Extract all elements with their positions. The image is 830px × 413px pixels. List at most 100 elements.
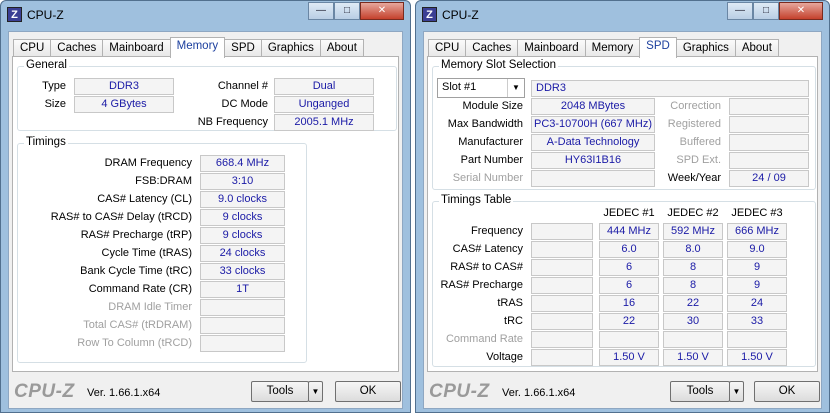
size-value: 4 GBytes (74, 96, 174, 113)
cas-latency-jedec3: 9.0 (727, 241, 787, 258)
tab-memory[interactable]: Memory (169, 37, 226, 58)
dropdown-arrow-icon: ▼ (311, 387, 320, 396)
tras-label: Cycle Time (tRAS) (101, 247, 192, 259)
dcmode-value: Unganged (274, 96, 374, 113)
voltage-extra-cell (531, 349, 593, 366)
ok-button[interactable]: OK (335, 381, 401, 402)
dram-frequency-value: 668.4 MHz (200, 155, 285, 172)
trc-label: Bank Cycle Time (tRC) (80, 265, 192, 277)
voltage-jedec1: 1.50 V (599, 349, 659, 366)
slot-select[interactable]: Slot #1 ▼ (437, 78, 525, 98)
dcmode-label: DC Mode (221, 98, 268, 110)
column-header-jedec2: JEDEC #2 (667, 207, 719, 219)
ras-precharge-extra-cell (531, 277, 593, 294)
command-rate-label: Command Rate (CR) (88, 283, 192, 295)
cpuz-logo: CPU-Z (429, 381, 490, 402)
timings-table-group: Timings Table JEDEC #1 JEDEC #2 JEDEC #3… (432, 194, 816, 367)
close-button[interactable]: ✕ (779, 2, 823, 20)
tools-dropdown-button[interactable]: ▼ (729, 381, 744, 402)
chevron-down-icon: ▼ (507, 79, 524, 97)
tras-jedec3: 24 (727, 295, 787, 312)
cpuz-window-memory: Z CPU-Z — □ ✕ CPU Caches Mainboard Memor… (0, 0, 411, 413)
minimize-button[interactable]: — (727, 2, 753, 20)
serial-number-label: Serial Number (452, 172, 523, 184)
column-header-jedec1: JEDEC #1 (603, 207, 655, 219)
ras-to-cas-jedec2: 8 (663, 259, 723, 276)
ras-to-cas-label: RAS# to CAS# (450, 261, 523, 273)
size-label: Size (44, 98, 66, 110)
group-title: Memory Slot Selection (439, 59, 559, 71)
tab-strip: CPU Caches Mainboard Memory SPD Graphics… (13, 37, 364, 58)
voltage-jedec2: 1.50 V (663, 349, 723, 366)
window-title: CPU-Z (442, 8, 479, 22)
maximize-button[interactable]: □ (334, 2, 360, 20)
cpuz-app-icon: Z (422, 7, 437, 22)
close-icon: ✕ (377, 5, 387, 16)
tras-label: tRAS (497, 297, 523, 309)
tab-strip: CPU Caches Mainboard Memory SPD Graphics… (428, 37, 779, 58)
group-title: General (24, 59, 69, 71)
slot-select-value: Slot #1 (442, 81, 477, 93)
tools-button[interactable]: Tools (251, 381, 309, 402)
trp-value: 9 clocks (200, 227, 285, 244)
trcd-value: 9 clocks (200, 209, 285, 226)
minimize-button[interactable]: — (308, 2, 334, 20)
tools-dropdown-button[interactable]: ▼ (308, 381, 323, 402)
memory-panel: General Type DDR3 Size 4 GBytes Channel … (12, 56, 399, 372)
column-header-jedec3: JEDEC #3 (731, 207, 783, 219)
maximize-icon: □ (343, 5, 351, 16)
version-label: Ver. 1.66.1.x64 (502, 387, 576, 399)
command-rate-jedec2 (663, 331, 723, 348)
title-bar[interactable]: Z CPU-Z — □ ✕ (1, 1, 410, 29)
frequency-jedec2: 592 MHz (663, 223, 723, 240)
tras-extra-cell (531, 295, 593, 312)
max-bandwidth-label: Max Bandwidth (447, 118, 523, 130)
channel-label: Channel # (217, 80, 268, 92)
version-label: Ver. 1.66.1.x64 (87, 387, 161, 399)
fsb-dram-value: 3:10 (200, 173, 285, 190)
minimize-icon: — (316, 5, 326, 16)
row-to-column-value (200, 335, 285, 352)
cas-latency-label: CAS# Latency (CL) (97, 193, 192, 205)
total-cas-label: Total CAS# (tRDRAM) (83, 319, 192, 331)
spd-ext-label: SPD Ext. (676, 154, 721, 166)
frequency-jedec1: 444 MHz (599, 223, 659, 240)
maximize-button[interactable]: □ (753, 2, 779, 20)
tras-value: 24 clocks (200, 245, 285, 262)
correction-value (729, 98, 809, 115)
group-title: Timings (24, 136, 68, 148)
ras-to-cas-jedec1: 6 (599, 259, 659, 276)
footer: CPU-Z Ver. 1.66.1.x64 Tools ▼ OK (9, 375, 402, 408)
trc-extra-cell (531, 313, 593, 330)
title-bar[interactable]: Z CPU-Z — □ ✕ (416, 1, 829, 29)
command-rate-label: Command Rate (445, 333, 523, 345)
memory-type-value: DDR3 (531, 80, 809, 97)
registered-label: Registered (667, 118, 721, 130)
voltage-label: Voltage (486, 351, 523, 363)
cpuz-window-spd: Z CPU-Z — □ ✕ CPU Caches Mainboard Memor… (415, 0, 830, 413)
cas-latency-extra-cell (531, 241, 593, 258)
close-icon: ✕ (796, 5, 806, 16)
week-year-value: 24 / 09 (729, 170, 809, 187)
trc-value: 33 clocks (200, 263, 285, 280)
cas-latency-label: CAS# Latency (452, 243, 523, 255)
trc-jedec2: 30 (663, 313, 723, 330)
trc-label: tRC (504, 315, 523, 327)
ras-precharge-jedec2: 8 (663, 277, 723, 294)
ok-button[interactable]: OK (754, 381, 820, 402)
memory-slot-group: Memory Slot Selection Slot #1 ▼ DDR3 Mod… (432, 59, 816, 190)
dram-idle-timer-value (200, 299, 285, 316)
window-title: CPU-Z (27, 8, 64, 22)
frequency-jedec3: 666 MHz (727, 223, 787, 240)
tab-spd[interactable]: SPD (639, 37, 677, 58)
cas-latency-jedec1: 6.0 (599, 241, 659, 258)
dram-idle-timer-label: DRAM Idle Timer (108, 301, 192, 313)
tools-button[interactable]: Tools (670, 381, 730, 402)
tras-jedec2: 22 (663, 295, 723, 312)
cas-latency-value: 9.0 clocks (200, 191, 285, 208)
ras-precharge-jedec1: 6 (599, 277, 659, 294)
nbfreq-label: NB Frequency (197, 116, 268, 128)
module-size-label: Module Size (462, 100, 523, 112)
close-button[interactable]: ✕ (360, 2, 404, 20)
dropdown-arrow-icon: ▼ (732, 387, 741, 396)
